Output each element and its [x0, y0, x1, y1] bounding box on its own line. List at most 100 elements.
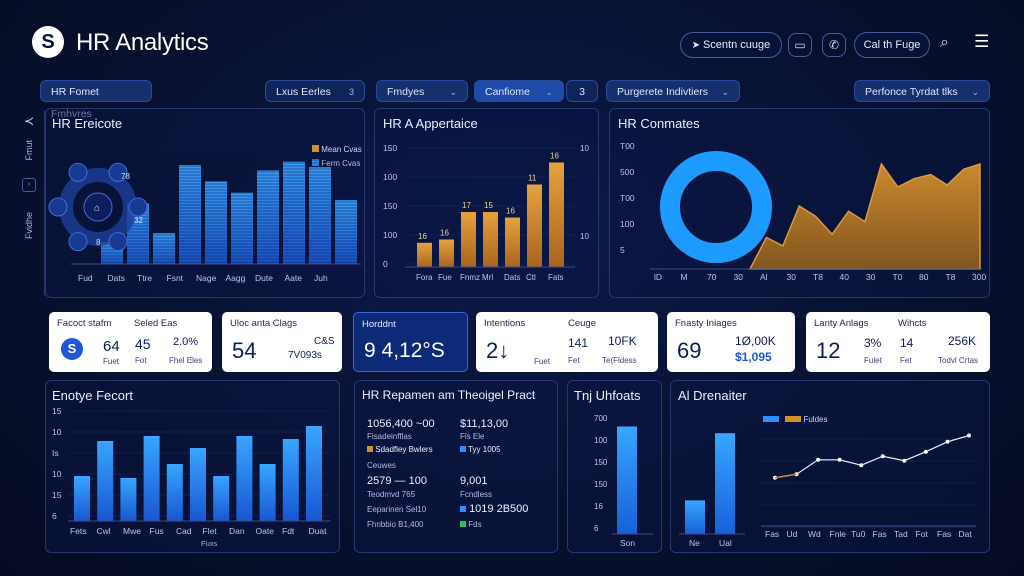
filter-performance-label: Perfonce Tyrdat tlks: [865, 86, 958, 98]
x-tick-label: T8: [813, 272, 823, 282]
card-value: 69: [677, 338, 702, 363]
x-tick-label: Fas: [873, 529, 887, 539]
line-series-accent: [774, 473, 797, 479]
panel-al-drenaiter: Al Drenaiter Fuldes Ne Ual Fas Ud Wd Fnle Tu0 F…: [670, 380, 990, 553]
x-tick-label: Tad: [894, 529, 908, 539]
x-tick-label: Dats: [504, 273, 520, 282]
x-tick-label: Fsnt: [167, 273, 184, 283]
x-tick-label: 30: [866, 272, 876, 282]
bar: [97, 441, 114, 521]
y-tick-label: 6: [52, 511, 57, 521]
x-tick-label: Fud: [78, 273, 93, 283]
card-label: Horddnt: [362, 319, 396, 330]
x-tick-label: lD: [654, 272, 662, 282]
card-top: C&S: [314, 336, 335, 347]
filter-performance[interactable]: Perfonce Tyrdat tlks ⌄: [854, 80, 990, 102]
filter-levels[interactable]: Lxus Eerles 3: [265, 80, 365, 102]
bar-data-label: 16: [506, 207, 515, 216]
bar: [685, 500, 705, 534]
filter-hr-format[interactable]: HR Fomet Fmhvres: [40, 80, 152, 120]
card-value: 12: [816, 338, 841, 363]
drenaiter-combo-chart: Ne Ual Fas Ud Wd Fnle Tu0 Fas Tad Fot Fas Dat: [679, 433, 976, 548]
search-icon[interactable]: ⌕: [940, 34, 949, 52]
x-tick-label: Ual: [719, 538, 732, 548]
y-tick-label: 100: [383, 230, 397, 240]
line-point: [837, 457, 842, 462]
card-sub: Todvl Crtas: [938, 356, 979, 365]
x-tick-label: Cwl: [97, 526, 111, 536]
report-value: 2579 — 100: [367, 475, 427, 487]
y-tick-label: 15: [52, 406, 62, 416]
x-tick-label: Fue: [438, 273, 452, 282]
filter-indicators[interactable]: Purgerete Indivtiers ⌄: [606, 80, 740, 102]
x-tick-label: Dan: [229, 526, 245, 536]
card-label: Seled Eas: [134, 318, 178, 329]
x-tick-label: Flet: [203, 526, 218, 536]
chevron-down-icon: ⌄: [971, 87, 979, 97]
app-title: HR Analytics: [76, 29, 209, 56]
stat-card-lanty[interactable]: Lanty Anlags Wihcts 12 3% Fulet 14 Fet 2…: [806, 312, 990, 372]
x-tick-label: Dat: [959, 529, 973, 539]
card-percent: 2.0%: [173, 336, 199, 348]
card-value: 1Ø,00K: [735, 334, 776, 348]
filter-canfiome[interactable]: Canfiome ⌄: [474, 80, 564, 102]
call-button[interactable]: Cal th Fuge: [854, 32, 930, 58]
y-tick-label: 6: [594, 524, 599, 533]
x-tick-label: M: [681, 272, 688, 282]
line-point: [816, 457, 821, 462]
menu-icon[interactable]: ☰: [974, 32, 989, 52]
x-tick-label: Fora: [416, 273, 433, 282]
y2-tick-label: 10: [580, 232, 589, 241]
phone-icon[interactable]: ✆: [822, 33, 846, 57]
x-tick-label: Son: [620, 538, 635, 548]
report-item-label: Fds: [468, 520, 482, 529]
report-item: Tyy 1005: [460, 445, 501, 454]
card-sub: Fhel Eles: [169, 356, 203, 365]
panel-hr-ereicote: HR Ereicote Mean Cvas Ferm Cvas ⌂ 78 32 8 Fu…: [45, 108, 365, 298]
line-point: [967, 433, 971, 438]
filter-count[interactable]: 3: [566, 80, 598, 102]
x-tick-label: Juh: [314, 273, 328, 283]
stat-card-facoct[interactable]: Facoct stafm Seled Eas S 64 Fuet 45 Fot …: [49, 312, 212, 372]
stat-card-fnasty[interactable]: Fnasty Iniages 69 1Ø,00K $1,095: [667, 312, 795, 372]
bar: [143, 436, 160, 521]
stat-card-intentions[interactable]: Intentions Ceuge 2↓ Fuet 141 Fet 10FK Te…: [476, 312, 658, 372]
y-tick-label: 150: [594, 480, 608, 489]
share-icon[interactable]: ≺: [24, 114, 34, 128]
chevron-down-icon: ⌄: [721, 87, 729, 97]
stat-card-uloc[interactable]: Uloc anta Clags 54 C&S 7V093s: [222, 312, 342, 372]
stat-card-horddnt[interactable]: Horddnt 9 4,12°S: [353, 312, 468, 372]
x-tick-label: Mrl: [482, 273, 493, 282]
report-sub: Fhnbbio B1,400: [367, 520, 424, 529]
report-sub: Fisadeinfflas: [367, 432, 412, 441]
report-item: Sdadfley Bwlers: [367, 445, 433, 454]
search-button-label: Scentn cuuge: [702, 39, 771, 51]
card-label: Wihcts: [898, 318, 927, 329]
y-tick-label: 100: [594, 436, 608, 445]
x-tick-label: Fot: [916, 529, 929, 539]
monitor-icon[interactable]: ▭: [788, 33, 812, 57]
card-sub: Fuet: [103, 357, 120, 366]
y-tick-label: T00: [620, 141, 635, 151]
report-sub: Fcndless: [460, 490, 493, 499]
filter-employees[interactable]: Fmdyes ⌄: [376, 80, 468, 102]
filter-employees-label: Fmdyes: [387, 86, 425, 98]
search-button[interactable]: ➤ Scentn cuuge: [680, 32, 782, 58]
report-value: $11,13,00: [460, 418, 509, 430]
x-tick-label: Dute: [255, 273, 273, 283]
side-toggle[interactable]: ›: [22, 178, 36, 192]
area-series: [748, 162, 981, 270]
card-label: Ceuge: [568, 318, 596, 329]
card-sub: 7V093s: [288, 350, 322, 361]
card-label: Facoct stafm: [57, 318, 112, 329]
bar: [236, 436, 253, 521]
bar: [74, 476, 90, 521]
panel-hr-repamen: HR Repamen am Theoigel Pract 1056,400 ~0…: [354, 380, 558, 553]
conmates-area-chart: T00 500 T00 100 5 lD M 70 30 Al 30 T8 40 30 T0 80 T8 300: [620, 141, 986, 282]
line-point: [880, 454, 885, 459]
bar-data-label: 16: [550, 152, 559, 161]
card-label: Fnasty Iniages: [675, 318, 737, 329]
report-item-label: Sdadfley Bwlers: [375, 445, 433, 454]
bar: [439, 239, 454, 267]
card-label: Intentions: [484, 318, 526, 329]
